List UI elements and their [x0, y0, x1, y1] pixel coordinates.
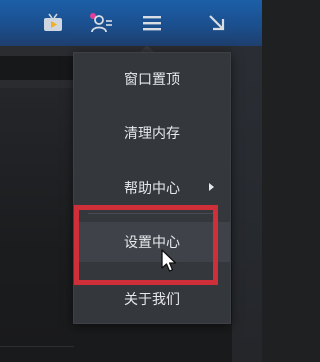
menu-item-label: 关于我们	[124, 292, 180, 308]
menu-item-help-center[interactable]: 帮助中心	[74, 168, 230, 208]
menu-item-about-us[interactable]: 关于我们	[74, 279, 230, 319]
minimize-arrow-icon[interactable]	[204, 10, 230, 36]
divider	[0, 346, 74, 347]
side-panel	[232, 46, 262, 362]
user-skin-icon[interactable]	[88, 10, 114, 36]
mouse-cursor-icon	[160, 248, 180, 274]
menu-item-label: 窗口置顶	[124, 72, 180, 88]
menu-item-label: 帮助中心	[124, 181, 180, 197]
submenu-arrow-icon	[209, 183, 214, 191]
menu-item-label: 清理内存	[124, 126, 180, 142]
menu-item-settings[interactable]: 设置中心	[74, 222, 230, 262]
tv-icon[interactable]	[40, 10, 66, 36]
menu-separator	[88, 213, 216, 214]
menu-item-pin-window[interactable]: 窗口置顶	[74, 59, 230, 99]
dropdown-menu: 窗口置顶 清理内存 帮助中心 设置中心 关于我们	[73, 52, 231, 324]
hamburger-menu-icon[interactable]	[139, 10, 165, 36]
menu-item-clear-memory[interactable]: 清理内存	[74, 113, 230, 153]
menu-pointer	[140, 45, 154, 52]
